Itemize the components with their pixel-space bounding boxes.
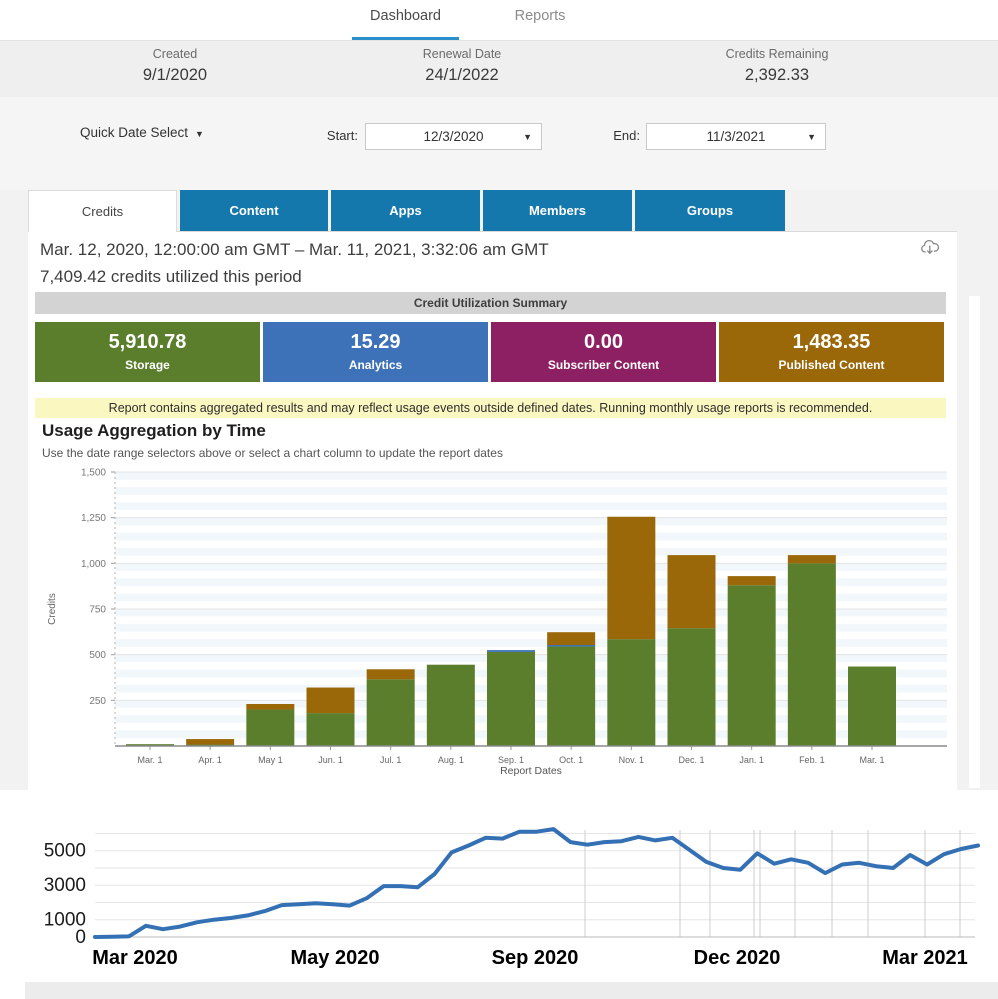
svg-text:Dec. 1: Dec. 1 xyxy=(678,755,704,765)
report-tab-content[interactable]: Content xyxy=(180,190,328,231)
start-date-select[interactable]: 12/3/2020 ▼ xyxy=(365,123,542,150)
svg-text:250: 250 xyxy=(89,696,106,707)
svg-text:Apr. 1: Apr. 1 xyxy=(198,755,222,765)
quick-date-select-label: Quick Date Select xyxy=(80,125,188,140)
svg-text:Mar 2021: Mar 2021 xyxy=(882,947,968,969)
analytics-value: 15.29 xyxy=(263,331,488,354)
caret-down-icon: ▼ xyxy=(807,132,816,142)
cloud-download-icon[interactable] xyxy=(920,237,942,257)
renewal-label: Renewal Date xyxy=(342,47,582,61)
svg-text:Aug. 1: Aug. 1 xyxy=(438,755,464,765)
svg-text:Sep 2020: Sep 2020 xyxy=(492,947,579,969)
cumulative-chart-panel: 5000300010000Mar 2020May 2020Sep 2020Dec… xyxy=(0,790,998,982)
bottom-strip xyxy=(25,982,998,999)
end-date-select[interactable]: 11/3/2021 ▼ xyxy=(646,123,826,150)
svg-text:1,000: 1,000 xyxy=(81,559,106,570)
subscriber-content-label: Subscriber Content xyxy=(491,358,716,372)
stat-box-published-content: 1,483.35 Published Content xyxy=(719,322,944,382)
svg-text:500: 500 xyxy=(89,650,106,661)
credits-remaining-value: 2,392.33 xyxy=(657,66,897,85)
svg-text:May 2020: May 2020 xyxy=(291,947,380,969)
tab-dashboard[interactable]: Dashboard xyxy=(352,8,459,24)
storage-label: Storage xyxy=(35,358,260,372)
stat-box-analytics: 15.29 Analytics xyxy=(263,322,488,382)
report-tab-apps[interactable]: Apps xyxy=(331,190,480,231)
renewal-value: 24/1/2022 xyxy=(342,66,582,85)
svg-text:Credits: Credits xyxy=(47,593,58,625)
start-date-value: 12/3/2020 xyxy=(423,129,483,144)
end-label: End: xyxy=(610,128,640,143)
page: Dashboard Reports Created 9/1/2020 Renew… xyxy=(0,0,998,999)
end-date-value: 11/3/2021 xyxy=(706,129,765,144)
svg-text:Oct. 1: Oct. 1 xyxy=(559,755,583,765)
analytics-label: Analytics xyxy=(263,358,488,372)
credits-remaining-info: Credits Remaining 2,392.33 xyxy=(657,47,897,85)
account-info-band: Created 9/1/2020 Renewal Date 24/1/2022 … xyxy=(0,40,998,98)
report-tab-groups[interactable]: Groups xyxy=(635,190,785,231)
published-content-value: 1,483.35 xyxy=(719,331,944,354)
svg-text:Sep. 1: Sep. 1 xyxy=(498,755,524,765)
svg-text:Feb. 1: Feb. 1 xyxy=(799,755,825,765)
scrollbar[interactable] xyxy=(969,296,980,788)
quick-date-select[interactable]: Quick Date Select ▼ xyxy=(80,125,204,140)
aggregation-notice: Report contains aggregated results and m… xyxy=(35,398,946,418)
tab-reports[interactable]: Reports xyxy=(495,8,585,24)
renewal-info: Renewal Date 24/1/2022 xyxy=(342,47,582,85)
cumulative-line-chart: 5000300010000Mar 2020May 2020Sep 2020Dec… xyxy=(0,790,998,982)
report-tab-members[interactable]: Members xyxy=(483,190,632,231)
svg-text:Mar. 1: Mar. 1 xyxy=(137,755,162,765)
svg-text:Report Dates: Report Dates xyxy=(500,765,562,777)
credits-remaining-label: Credits Remaining xyxy=(657,47,897,61)
caret-down-icon: ▼ xyxy=(195,129,204,139)
svg-text:5000: 5000 xyxy=(44,841,86,862)
credits-utilized-text: 7,409.42 credits utilized this period xyxy=(40,267,302,287)
svg-text:0: 0 xyxy=(75,927,86,948)
created-label: Created xyxy=(55,47,295,61)
report-tab-credits[interactable]: Credits xyxy=(28,190,177,232)
caret-down-icon: ▼ xyxy=(523,132,532,142)
stat-box-storage: 5,910.78 Storage xyxy=(35,322,260,382)
svg-text:Mar 2020: Mar 2020 xyxy=(92,947,178,969)
svg-text:Mar. 1: Mar. 1 xyxy=(859,755,884,765)
svg-text:3000: 3000 xyxy=(44,875,86,896)
top-nav: Dashboard Reports xyxy=(0,0,998,40)
subscriber-content-value: 0.00 xyxy=(491,331,716,354)
svg-text:Jan. 1: Jan. 1 xyxy=(739,755,764,765)
report-date-range: Mar. 12, 2020, 12:00:00 am GMT – Mar. 11… xyxy=(40,240,549,260)
svg-text:Nov. 1: Nov. 1 xyxy=(619,755,644,765)
stat-box-subscriber-content: 0.00 Subscriber Content xyxy=(491,322,716,382)
usage-chart-subtitle: Use the date range selectors above or se… xyxy=(42,446,503,460)
svg-text:1,500: 1,500 xyxy=(81,468,106,479)
svg-text:Jun. 1: Jun. 1 xyxy=(318,755,343,765)
start-label: Start: xyxy=(326,128,358,143)
svg-text:1,250: 1,250 xyxy=(81,513,106,524)
created-info: Created 9/1/2020 xyxy=(55,47,295,85)
usage-chart-title: Usage Aggregation by Time xyxy=(42,421,266,441)
svg-text:Dec 2020: Dec 2020 xyxy=(694,947,781,969)
created-value: 9/1/2020 xyxy=(55,66,295,85)
date-controls-band: Quick Date Select ▼ Start: 12/3/2020 ▼ En… xyxy=(0,97,998,190)
storage-value: 5,910.78 xyxy=(35,331,260,354)
credit-utilization-summary-bar: Credit Utilization Summary xyxy=(35,292,946,314)
svg-text:750: 750 xyxy=(89,605,106,616)
svg-text:Jul. 1: Jul. 1 xyxy=(380,755,402,765)
svg-text:May 1: May 1 xyxy=(258,755,283,765)
published-content-label: Published Content xyxy=(719,358,944,372)
usage-bar-chart[interactable]: 250 500 750 1,000 1,250 1,500 Mar. 1 Apr. 1 May … xyxy=(30,462,960,788)
